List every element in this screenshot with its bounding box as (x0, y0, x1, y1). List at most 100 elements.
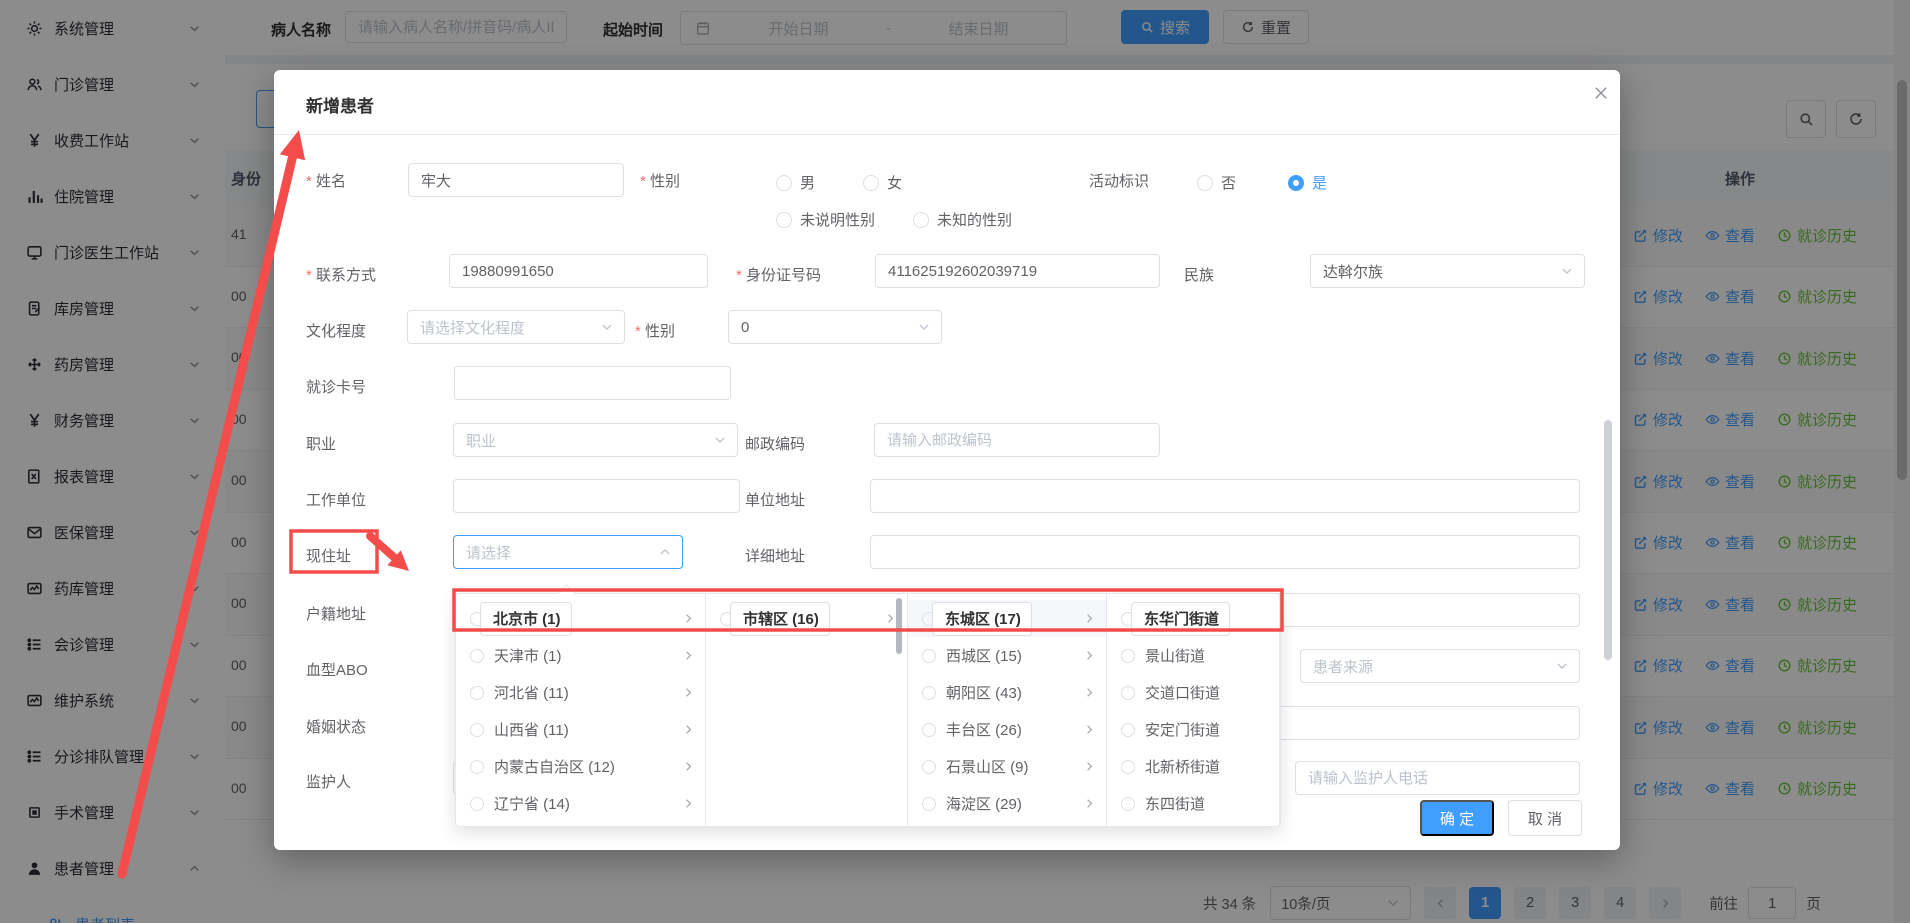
radio-icon (470, 723, 484, 737)
work-addr-label: 单位地址 (745, 489, 805, 510)
radio-icon (1121, 797, 1135, 811)
registered-addr-label: 户籍地址 (306, 603, 366, 624)
cascader-option[interactable]: 山西省 (11) (456, 711, 705, 748)
radio-icon (1121, 723, 1135, 737)
idcard-label: 身份证号码 (736, 264, 821, 285)
cascader-column-province: 北京市 (1) 天津市 (1) 河北省 (11) 山西省 (456, 594, 706, 826)
cascader-option[interactable]: 河北省 (11) (456, 674, 705, 711)
gender-radio-female[interactable]: 女 (863, 172, 902, 193)
radio-icon (470, 686, 484, 700)
radio-icon (470, 797, 484, 811)
guardian-phone-input[interactable] (1295, 761, 1580, 795)
cancel-button[interactable]: 取 消 (1508, 800, 1582, 836)
chevron-right-icon (1083, 649, 1096, 662)
chevron-right-icon (1083, 612, 1096, 625)
cascader-option-label: 山西省 (11) (494, 719, 569, 740)
cascader-option-label: 石景山区 (9) (946, 756, 1029, 777)
close-icon[interactable] (1588, 80, 1614, 106)
cascader-option[interactable]: 交道口街道 (1107, 674, 1279, 711)
detail-addr-input[interactable] (870, 535, 1580, 569)
cascader-option-label: 安定门街道 (1145, 719, 1220, 740)
cascader-option[interactable]: 北京市 (1) (456, 600, 705, 637)
occupation-placeholder: 职业 (466, 430, 496, 451)
cascader-column-street: 东华门街道 景山街道 交道口街道 安定门街道 (1107, 594, 1280, 826)
ethnic-label: 民族 (1184, 264, 1214, 285)
ethnic-value: 达斡尔族 (1323, 261, 1383, 282)
cascader-option[interactable]: 北新桥街道 (1107, 748, 1279, 785)
chevron-right-icon (1083, 723, 1096, 736)
cascader-option-label: 东四街道 (1145, 793, 1205, 814)
name-label: 姓名 (306, 170, 346, 191)
contact-label: 联系方式 (306, 264, 376, 285)
radio-icon (922, 686, 936, 700)
chevron-right-icon (682, 686, 695, 699)
app-root: 系统管理 门诊管理 收费工作站 住院管理 (0, 0, 1910, 923)
cascader-option[interactable]: 安定门街道 (1107, 711, 1279, 748)
cascader-option-label: 辽宁省 (14) (494, 793, 570, 814)
name-input[interactable] (408, 163, 624, 197)
guardian-label: 监护人 (306, 771, 351, 792)
postal-input[interactable] (874, 423, 1160, 457)
gender-radio-unknown[interactable]: 未知的性别 (913, 209, 1012, 230)
chevron-right-icon (682, 649, 695, 662)
modal-divider (274, 134, 1620, 135)
chevron-right-icon (682, 760, 695, 773)
work-unit-input[interactable] (453, 479, 740, 513)
cascader-option-label: 朝阳区 (43) (946, 682, 1022, 703)
radio-label: 是 (1312, 172, 1327, 193)
cascader-option[interactable]: 西城区 (15) (908, 637, 1106, 674)
cascader-option-label: 交道口街道 (1145, 682, 1220, 703)
chevron-down-icon (1555, 659, 1569, 673)
modal-scrollbar[interactable] (1604, 420, 1612, 660)
gender-radio-male[interactable]: 男 (776, 172, 815, 193)
patient-source-select[interactable]: 患者来源 (1300, 649, 1580, 683)
cascader-option[interactable]: 朝阳区 (43) (908, 674, 1106, 711)
gender2-select[interactable]: 0 (728, 310, 942, 344)
chevron-down-icon (917, 320, 931, 334)
cascader-option[interactable]: 市辖区 (16) (706, 600, 907, 637)
chevron-down-icon (713, 433, 727, 447)
cascader-option[interactable]: 东四街道 (1107, 785, 1279, 822)
cascader-option[interactable]: 辽宁省 (14) (456, 785, 705, 822)
chevron-right-icon (1083, 760, 1096, 773)
radio-label: 否 (1221, 172, 1236, 193)
work-addr-input[interactable] (870, 479, 1580, 513)
active-radio-no[interactable]: 否 (1197, 172, 1236, 193)
cascader-placeholder: 请选择 (466, 542, 511, 563)
radio-icon (922, 723, 936, 737)
cascader-option-label: 海淀区 (29) (946, 793, 1022, 814)
cascader-option-label: 内蒙古自治区 (12) (494, 756, 615, 777)
education-select[interactable]: 请选择文化程度 (407, 310, 625, 344)
modal-title: 新增患者 (306, 92, 374, 117)
blood-type-label: 血型ABO (306, 659, 368, 680)
cascader-option[interactable]: 石景山区 (9) (908, 748, 1106, 785)
cascader-column-district: 东城区 (17) 西城区 (15) 朝阳区 (43) 丰台 (908, 594, 1107, 826)
cascader-option-label: 北新桥街道 (1145, 756, 1220, 777)
cascader-column-scrollbar[interactable] (896, 598, 902, 654)
occupation-select[interactable]: 职业 (453, 423, 738, 457)
cascader-option[interactable]: 景山街道 (1107, 637, 1279, 674)
gender-radio-unexplained[interactable]: 未说明性别 (776, 209, 875, 230)
cascader-option[interactable]: 海淀区 (29) (908, 785, 1106, 822)
card-number-label: 就诊卡号 (306, 376, 366, 397)
card-number-input[interactable] (454, 366, 731, 400)
cascader-column-city: 市辖区 (16) (706, 594, 908, 826)
cascader-option[interactable]: 内蒙古自治区 (12) (456, 748, 705, 785)
radio-icon (1197, 175, 1213, 191)
active-radio-yes[interactable]: 是 (1288, 172, 1327, 193)
chevron-right-icon (682, 612, 695, 625)
cascader-option-label: 天津市 (1) (494, 645, 562, 666)
current-address-cascader[interactable]: 请选择 (453, 535, 683, 569)
ethnic-select[interactable]: 达斡尔族 (1310, 254, 1585, 288)
cascader-option[interactable]: 东华门街道 (1107, 600, 1279, 637)
contact-input[interactable] (449, 254, 708, 288)
cascader-option[interactable]: 天津市 (1) (456, 637, 705, 674)
detail-addr-label: 详细地址 (745, 545, 805, 566)
idcard-input[interactable] (875, 254, 1160, 288)
confirm-button[interactable]: 确 定 (1420, 800, 1494, 836)
cascader-option-label: 市辖区 (16) (730, 602, 830, 636)
cascader-option[interactable]: 东城区 (17) (908, 600, 1106, 637)
cascader-option[interactable]: 丰台区 (26) (908, 711, 1106, 748)
address-cascader-panel: 北京市 (1) 天津市 (1) 河北省 (11) 山西省 (455, 593, 1281, 827)
chevron-up-icon (658, 545, 672, 559)
